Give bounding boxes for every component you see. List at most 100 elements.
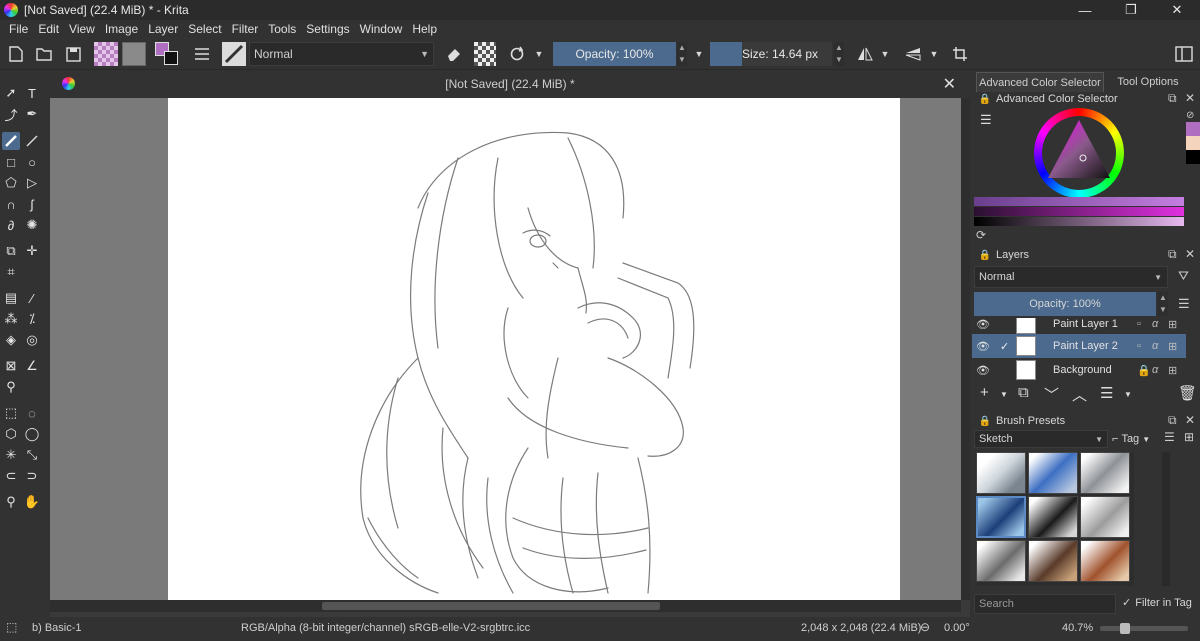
workspace-chooser-icon[interactable] [1172,42,1196,66]
color-picker-icon[interactable]: ⁄ [23,289,41,307]
rectangle-tool-icon[interactable]: □ [2,153,20,171]
filter-icon[interactable]: ⛛ [1178,268,1189,284]
move-layer-up-icon[interactable]: ︿ [1072,384,1087,405]
layer-row-paint-layer-2[interactable]: 👁 ✓ Paint Layer 2 ▫ α ⊞ [972,334,1186,358]
brush-grid-scrollbar[interactable] [1162,452,1170,586]
vertical-scrollbar[interactable] [961,98,970,600]
canvas-view[interactable] [50,98,961,600]
soft-eraser-preset-tile[interactable] [1080,452,1130,494]
refresh-icon[interactable]: ⟳ [976,228,986,242]
brush-search-input[interactable]: Search [974,594,1116,614]
menu-layer[interactable]: Layer [143,22,183,36]
swatch-skin[interactable] [1186,136,1200,150]
assistant-tool-icon[interactable]: ⊠ [2,357,20,375]
layer-opacity-slider[interactable]: Opacity: 100% [974,292,1156,316]
filter-in-tag-checkbox[interactable]: ✓ Filter in Tag [1122,596,1192,610]
menu-help[interactable]: Help [407,22,442,36]
add-layer-icon[interactable]: + [980,384,989,401]
add-layer-chevron-icon[interactable]: ▼ [1000,390,1008,399]
graphite-preset-tile[interactable] [976,540,1026,582]
measure-tool-icon[interactable]: ∠ [23,357,41,375]
color-settings-icon[interactable]: ☰ [980,112,992,128]
gradient-preset-icon[interactable] [94,42,118,66]
preserve-alpha-icon[interactable] [474,42,496,66]
pan-tool-icon[interactable]: ✋ [23,493,41,511]
ellipse-select-icon[interactable]: ◌ [23,404,41,422]
opacity-spin-icon[interactable]: ▲ ▼ [677,42,687,66]
maximize-button[interactable]: ❐ [1108,0,1154,20]
magnetic-select-icon[interactable]: ⊃ [23,467,41,485]
alpha-lock-icon[interactable]: α [1152,318,1158,330]
layer-menu-icon[interactable]: ☰ [1178,296,1190,312]
mirror-v-chevron-icon[interactable]: ▼ [928,42,940,66]
move-layer-down-icon[interactable]: ﹀ [1044,384,1059,405]
close-window-button[interactable]: ✕ [1154,0,1200,20]
wood-brush-preset-tile[interactable] [1028,540,1078,582]
layer-row-background[interactable]: 👁 Background 🔒 α ⊞ [972,358,1186,380]
line-tool-icon[interactable] [23,132,41,150]
reference-images-icon[interactable]: ⚲ [2,378,20,396]
menu-file[interactable]: File [4,22,33,36]
colorize-mask-icon[interactable]: ⁂ [2,310,20,328]
mirror-vertical-icon[interactable] [901,42,925,66]
crop-tool-icon[interactable]: ⌗ [2,263,20,281]
close-panel-icon[interactable]: ✕ [1185,247,1195,261]
brush-editor-icon[interactable] [190,42,214,66]
save-icon[interactable] [61,42,85,66]
zoom-slider-handle[interactable] [1120,623,1130,634]
menu-settings[interactable]: Settings [301,22,354,36]
text-tool-icon[interactable]: T [23,84,41,102]
reload-menu-chevron-icon[interactable]: ▼ [533,42,545,66]
size-slider[interactable]: Size: 14.64 px [742,42,832,66]
fill-tool-icon[interactable]: ◈ [2,331,20,349]
calligraphy-icon[interactable]: ✒ [23,105,41,123]
document-tab[interactable]: [Not Saved] (22.4 MiB) * ✕ [50,70,970,98]
polyline-tool-icon[interactable]: ▷ [23,174,41,192]
reload-preset-icon[interactable] [505,42,529,66]
contiguous-select-icon[interactable]: ✳ [2,446,20,464]
similar-select-icon[interactable]: ⤡ [23,446,41,464]
rect-select-icon[interactable]: ⬚ [2,404,20,422]
basic-1-preset-tile[interactable] [976,496,1026,538]
multibrush-icon[interactable]: ✺ [23,216,41,234]
float-panel-icon[interactable]: ⧉ [1168,413,1177,428]
brush-tag-select[interactable]: Sketch ▼ [974,430,1108,448]
zoom-slider[interactable] [1100,623,1188,634]
saturation-slider[interactable] [974,207,1184,216]
smart-patch-icon[interactable]: ⁒ [23,310,41,328]
menu-edit[interactable]: Edit [33,22,64,36]
bezier-select-icon[interactable]: ⊂ [2,467,20,485]
enclose-fill-icon[interactable]: ◎ [23,331,41,349]
pattern-preset-icon[interactable] [122,42,146,66]
menu-image[interactable]: Image [100,22,143,36]
no-color-icon[interactable]: ⊘ [1186,110,1200,122]
swatch-purple[interactable] [1186,122,1200,136]
ink-pen-preset-tile[interactable] [1028,496,1078,538]
tab-advanced-color-selector[interactable]: Advanced Color Selector [976,72,1104,92]
freehand-select-icon[interactable]: ◯ [23,425,41,443]
menu-tools[interactable]: Tools [263,22,301,36]
close-panel-icon[interactable]: ✕ [1185,91,1195,105]
hue-slider[interactable] [974,197,1184,206]
properties-chevron-icon[interactable]: ▼ [1124,390,1132,399]
blend-mode-select[interactable]: Normal ▼ [249,42,434,66]
wrap-around-icon[interactable] [948,42,972,66]
new-document-icon[interactable] [4,42,28,66]
gradient-tool-icon[interactable]: ▤ [2,289,20,307]
visibility-eye-icon[interactable]: 👁 [976,340,990,353]
minimize-button[interactable]: — [1062,0,1108,20]
menu-view[interactable]: View [64,22,100,36]
alpha-lock-icon[interactable]: α [1152,364,1158,376]
float-panel-icon[interactable]: ⧉ [1168,247,1177,262]
open-document-icon[interactable] [32,42,56,66]
close-document-icon[interactable]: ✕ [943,74,956,94]
blue-marker-preset-tile[interactable] [1028,452,1078,494]
rotate-canvas-icon[interactable]: ⊖ [920,620,930,634]
brush-preset-icon[interactable] [222,42,246,66]
layer-opacity-spin-icon[interactable]: ▲ ▼ [1158,292,1168,316]
import-preset-icon[interactable]: ⊞ [1184,430,1194,444]
duplicate-layer-icon[interactable]: ⧉ [1018,384,1029,401]
lock-icon[interactable]: ▫ [1137,318,1141,330]
opacity-chevron-icon[interactable]: ▼ [693,42,705,66]
edit-shapes-icon[interactable]: ⤴ [2,105,20,123]
